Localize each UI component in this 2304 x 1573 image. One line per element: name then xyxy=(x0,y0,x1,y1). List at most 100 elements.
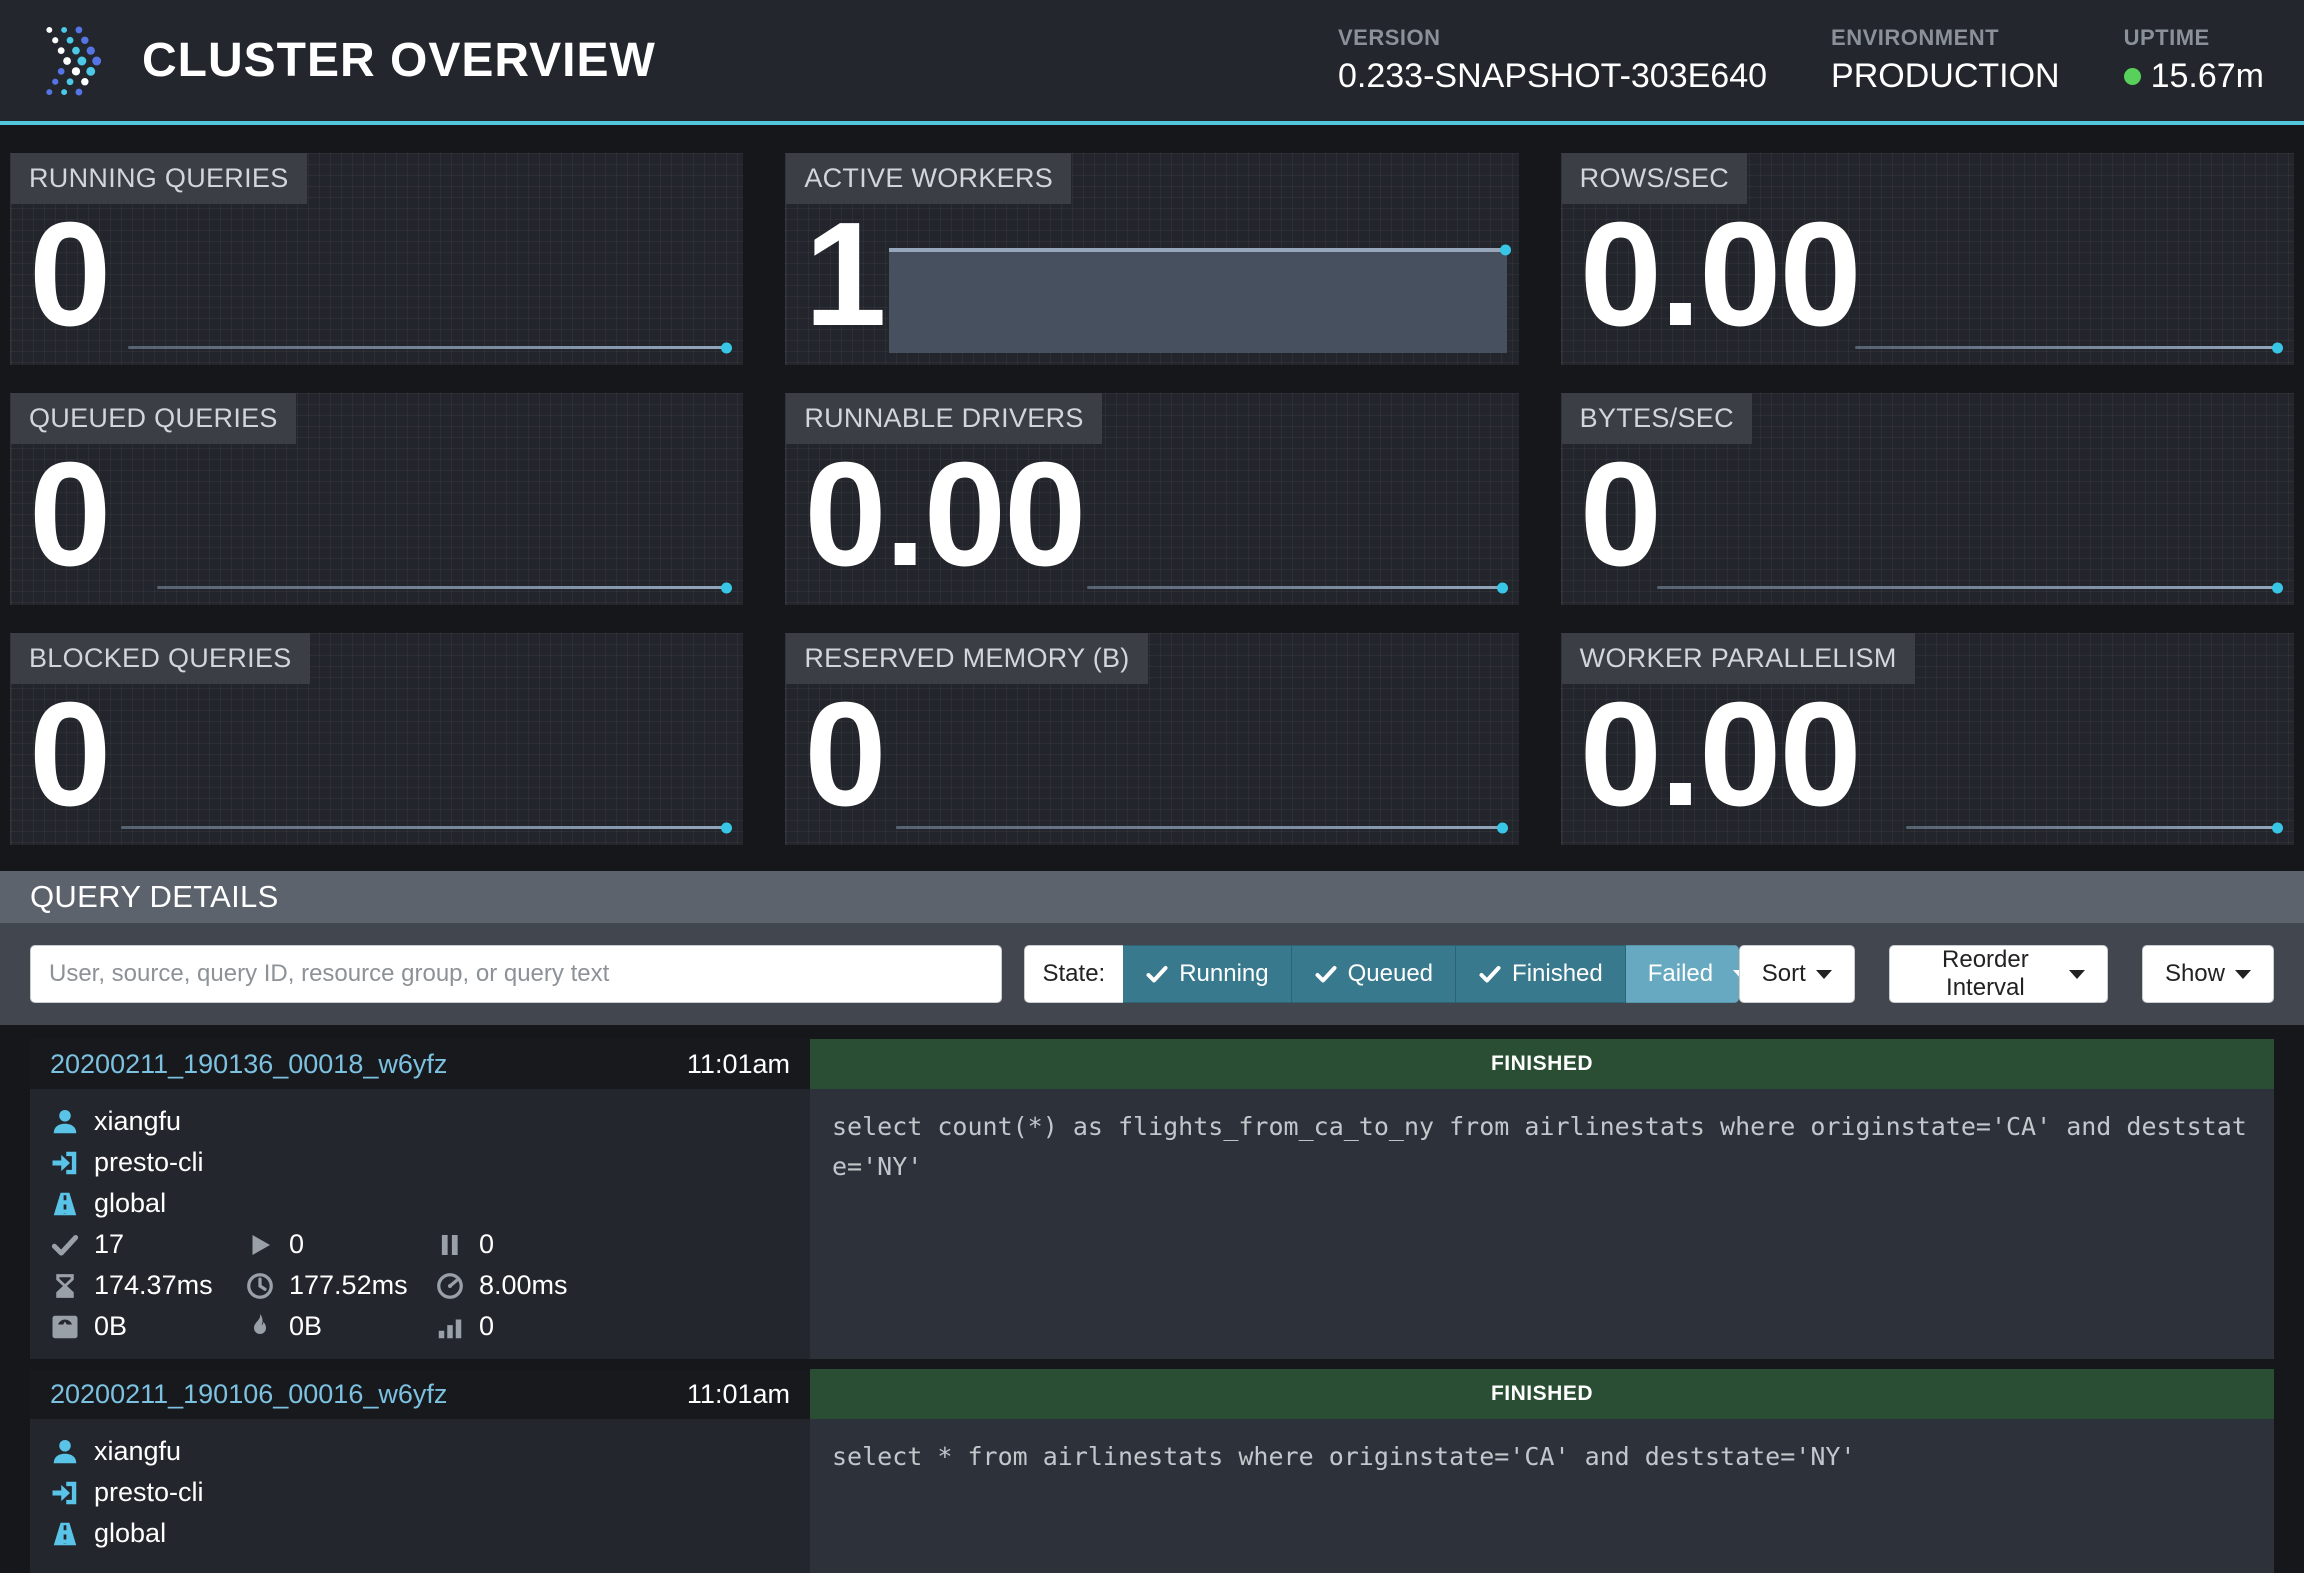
reorder-interval-label: Reorder Interval xyxy=(1912,946,2059,1002)
road-icon xyxy=(50,1189,80,1219)
sparkline-dot-icon xyxy=(2272,582,2283,593)
current-memory-value: 0B xyxy=(94,1311,127,1342)
flame-icon xyxy=(245,1312,275,1342)
uptime-text: 15.67m xyxy=(2151,57,2264,96)
completed-splits-stat: 17 xyxy=(50,1229,245,1260)
sign-in-icon xyxy=(50,1148,80,1178)
uptime-value: 15.67m xyxy=(2124,57,2264,96)
hourglass-icon xyxy=(50,1271,80,1301)
query-id-bar: 20200211_190106_00016_w6yfz 11:01am xyxy=(30,1369,810,1419)
clock-icon xyxy=(245,1271,275,1301)
stat-card-value: 0.00 xyxy=(804,441,1084,589)
show-dropdown[interactable]: Show xyxy=(2142,945,2274,1003)
sparkline-chart xyxy=(1855,346,2278,349)
sort-dropdown[interactable]: Sort xyxy=(1739,945,1855,1003)
sparkline-chart xyxy=(128,346,727,349)
query-user: xiangfu xyxy=(94,1436,181,1467)
version-block: VERSION 0.233-SNAPSHOT-303E640 xyxy=(1338,25,1767,96)
query-details-header: QUERY DETAILS xyxy=(0,871,2304,923)
query-user-line: xiangfu xyxy=(50,1431,790,1472)
query-resource-group-line: global xyxy=(50,1183,790,1224)
stat-card-worker-parallelism: WORKER PARALLELISM 0.00 xyxy=(1561,633,2294,845)
query-user: xiangfu xyxy=(94,1106,181,1137)
queued-splits-stat: 0 xyxy=(435,1229,494,1260)
state-filter-running[interactable]: Running xyxy=(1123,945,1291,1003)
environment-value: PRODUCTION xyxy=(1831,57,2060,96)
query-sql-text: select * from airlinestats where origins… xyxy=(832,1437,2252,1477)
page-title: CLUSTER OVERVIEW xyxy=(142,33,656,88)
stat-card-value: 0 xyxy=(1580,441,1660,589)
cluster-stats-grid: RUNNING QUERIES 0 ACTIVE WORKERS 1 ROWS/… xyxy=(0,125,2304,871)
state-filter-label: State: xyxy=(1024,945,1124,1003)
state-filter-queued[interactable]: Queued xyxy=(1292,945,1456,1003)
sparkline-dot-icon xyxy=(1500,245,1511,256)
query-row: 20200211_190136_00018_w6yfz 11:01am FINI… xyxy=(30,1039,2274,1359)
play-icon xyxy=(245,1230,275,1260)
road-icon xyxy=(50,1519,80,1549)
sparkline-dot-icon xyxy=(2272,822,2283,833)
version-value: 0.233-SNAPSHOT-303E640 xyxy=(1338,57,1767,96)
query-status-banner: FINISHED xyxy=(810,1039,2274,1089)
stat-card-active-workers: ACTIVE WORKERS 1 xyxy=(785,153,1518,365)
query-row-body: xiangfu presto-cli global select * from … xyxy=(30,1419,2274,1573)
query-id-link[interactable]: 20200211_190136_00018_w6yfz xyxy=(50,1049,447,1080)
query-time: 11:01am xyxy=(687,1379,790,1410)
query-resource-group: global xyxy=(94,1188,166,1219)
check-icon xyxy=(1145,962,1169,986)
query-list: 20200211_190136_00018_w6yfz 11:01am FINI… xyxy=(0,1025,2304,1573)
sparkline-dot-icon xyxy=(721,342,732,353)
query-row-body: xiangfu presto-cli global 17 xyxy=(30,1089,2274,1359)
query-splits-line: 17 0 0 xyxy=(50,1224,790,1265)
query-id-link[interactable]: 20200211_190106_00016_w6yfz xyxy=(50,1379,447,1410)
stat-card-value: 0 xyxy=(29,441,109,589)
bar-chart-icon xyxy=(435,1312,465,1342)
query-source-line: presto-cli xyxy=(50,1142,790,1183)
presto-logo-icon xyxy=(36,21,110,101)
stat-card-value: 0 xyxy=(804,681,884,829)
top-header: CLUSTER OVERVIEW VERSION 0.233-SNAPSHOT-… xyxy=(0,0,2304,125)
scale-icon xyxy=(50,1312,80,1342)
queued-splits-value: 0 xyxy=(479,1229,494,1260)
stat-card-blocked-queries: BLOCKED QUERIES 0 xyxy=(10,633,743,845)
query-times-line: 174.37ms 177.52ms 8.00ms xyxy=(50,1265,790,1306)
search-input[interactable] xyxy=(30,945,1002,1003)
cpu-time-stat: 8.00ms xyxy=(435,1270,568,1301)
environment-block: ENVIRONMENT PRODUCTION xyxy=(1831,25,2060,96)
query-sql-panel: select * from airlinestats where origins… xyxy=(810,1419,2274,1573)
stat-card-queued-queries: QUEUED QUERIES 0 xyxy=(10,393,743,605)
running-splits-value: 0 xyxy=(289,1229,304,1260)
caret-down-icon xyxy=(2235,970,2251,979)
caret-down-icon xyxy=(1816,970,1832,979)
sparkline-chart xyxy=(1087,586,1503,589)
stat-card-reserved-memory: RESERVED MEMORY (B) 0 xyxy=(785,633,1518,845)
cluster-overview-page: CLUSTER OVERVIEW VERSION 0.233-SNAPSHOT-… xyxy=(0,0,2304,1573)
state-filter-text: Queued xyxy=(1348,960,1433,988)
sparkline-dot-icon xyxy=(721,582,732,593)
state-filter-finished[interactable]: Finished xyxy=(1456,945,1626,1003)
uptime-block: UPTIME 15.67m xyxy=(2124,25,2264,96)
sparkline-dot-icon xyxy=(721,822,732,833)
check-icon xyxy=(50,1230,80,1260)
stat-card-runnable-drivers: RUNNABLE DRIVERS 0.00 xyxy=(785,393,1518,605)
stat-card-bytes-sec: BYTES/SEC 0 xyxy=(1561,393,2294,605)
query-memory-line: 0B 0B 0 xyxy=(50,1306,790,1347)
stat-card-running-queries: RUNNING QUERIES 0 xyxy=(10,153,743,365)
stat-card-value: 0.00 xyxy=(1580,681,1860,829)
running-splits-stat: 0 xyxy=(245,1229,435,1260)
query-meta-panel: xiangfu presto-cli global 17 xyxy=(30,1089,810,1359)
parallelism-stat: 0 xyxy=(435,1311,494,1342)
stat-card-value: 0.00 xyxy=(1580,201,1860,349)
total-time-value: 177.52ms xyxy=(289,1270,408,1301)
state-filter-failed-dropdown[interactable]: Failed xyxy=(1626,945,1739,1003)
elapsed-time-stat: 174.37ms xyxy=(50,1270,245,1301)
sparkline-chart xyxy=(1657,586,2278,589)
state-filter-text: Running xyxy=(1179,960,1268,988)
cpu-time-value: 8.00ms xyxy=(479,1270,568,1301)
query-meta-panel: xiangfu presto-cli global xyxy=(30,1419,810,1573)
elapsed-time-value: 174.37ms xyxy=(94,1270,213,1301)
cumulative-memory-value: 0B xyxy=(289,1311,322,1342)
reorder-interval-dropdown[interactable]: Reorder Interval xyxy=(1889,945,2108,1003)
sparkline-chart xyxy=(896,826,1502,829)
environment-label: ENVIRONMENT xyxy=(1831,25,2060,51)
toolbar-dropdowns: Sort Reorder Interval Show xyxy=(1739,945,2274,1003)
